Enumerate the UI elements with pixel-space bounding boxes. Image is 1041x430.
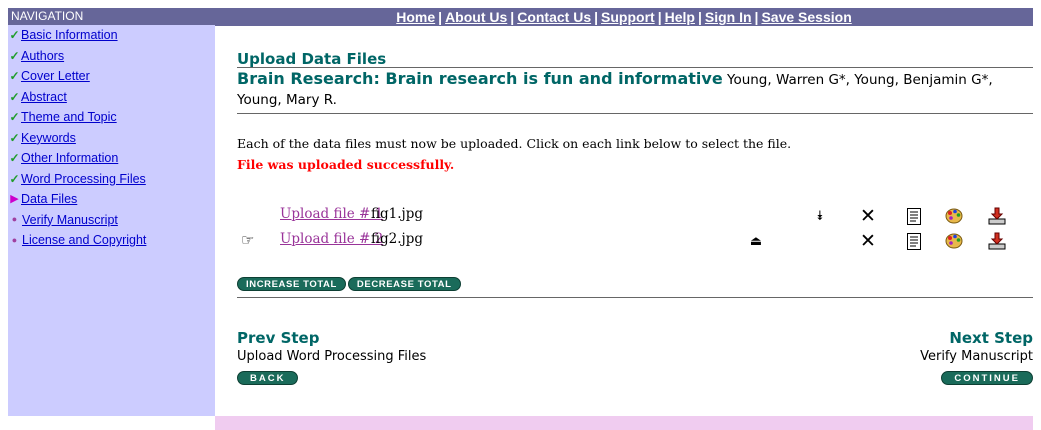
checkmark-icon: ✓ xyxy=(9,28,20,43)
sidebar-item-label[interactable]: License and Copyright xyxy=(22,233,146,247)
checkmark-icon: ✓ xyxy=(9,110,20,125)
upload-instructions: Each of the data files must now be uploa… xyxy=(237,136,792,151)
sidebar-item-label[interactable]: Other Information xyxy=(21,151,118,165)
file-name: fig1.jpg xyxy=(371,206,423,222)
nav-separator: | xyxy=(594,9,599,25)
sidebar-item-label[interactable]: Authors xyxy=(21,49,64,63)
sidebar-item-label[interactable]: Keywords xyxy=(21,131,76,145)
nav-link-contact-us[interactable]: Contact Us xyxy=(517,9,591,25)
next-step-description: Verify Manuscript xyxy=(920,349,1033,364)
download-icon[interactable] xyxy=(986,231,1008,251)
manuscript-heading: Brain Research: Brain research is fun an… xyxy=(237,69,1033,110)
nav-link-help[interactable]: Help xyxy=(665,9,695,25)
nav-separator: | xyxy=(510,9,515,25)
bullet-icon: ● xyxy=(11,214,18,225)
footer-bar xyxy=(215,416,1033,430)
checkmark-icon: ✓ xyxy=(9,48,20,63)
sidebar-item-label[interactable]: Word Processing Files xyxy=(21,172,146,186)
nav-link-about-us[interactable]: About Us xyxy=(445,9,507,25)
sidebar-item-basic-information[interactable]: ✓ Basic Information xyxy=(8,25,215,46)
sidebar-navigation: NAVIGATION ✓ Basic Information ✓ Authors… xyxy=(8,8,215,416)
divider xyxy=(237,113,1033,114)
notes-icon[interactable] xyxy=(903,206,925,226)
sidebar-item-keywords[interactable]: ✓ Keywords xyxy=(8,128,215,149)
nav-link-home[interactable]: Home xyxy=(396,9,435,25)
upload-status-message: File was uploaded successfully. xyxy=(237,157,455,172)
sidebar-item-label[interactable]: Data Files xyxy=(21,192,77,206)
checkmark-icon: ✓ xyxy=(9,171,20,186)
next-step-label: Next Step xyxy=(949,329,1033,347)
prev-step-label: Prev Step xyxy=(237,329,320,347)
file-row: ☞ Upload file # 2 fig2.jpg ⏏ ✕ xyxy=(237,230,1033,252)
sidebar-item-theme-and-topic[interactable]: ✓ Theme and Topic xyxy=(8,107,215,128)
nav-list: ✓ Basic Information ✓ Authors ✓ Cover Le… xyxy=(8,25,215,251)
sidebar-item-label[interactable]: Theme and Topic xyxy=(21,110,117,124)
sidebar-item-abstract[interactable]: ✓ Abstract xyxy=(8,87,215,108)
bullet-icon: ● xyxy=(11,234,18,245)
checkmark-icon: ✓ xyxy=(9,151,20,166)
palette-icon[interactable] xyxy=(943,206,965,226)
sidebar-item-authors[interactable]: ✓ Authors xyxy=(8,46,215,67)
upload-file-link[interactable]: Upload file # 2 xyxy=(280,231,383,247)
divider xyxy=(237,67,1033,68)
prev-step-description: Upload Word Processing Files xyxy=(237,349,427,364)
sidebar-item-license-and-copyright[interactable]: ● License and Copyright xyxy=(8,230,215,251)
pointing-hand-icon: ☞ xyxy=(241,231,255,249)
divider xyxy=(237,297,1033,298)
nav-separator: | xyxy=(754,9,759,25)
top-navigation-bar: Home | About Us | Contact Us | Support | Help | Si… xyxy=(215,8,1033,26)
total-buttons: INCREASE TOTAL DECREASE TOTAL xyxy=(237,277,461,291)
current-step-arrow-icon: ▶ xyxy=(10,192,19,205)
continue-button[interactable]: CONTINUE xyxy=(941,371,1033,385)
checkmark-icon: ✓ xyxy=(9,69,20,84)
sidebar-header: NAVIGATION xyxy=(8,8,215,25)
sidebar-item-verify-manuscript[interactable]: ● Verify Manuscript xyxy=(8,210,215,231)
decrease-total-button[interactable]: DECREASE TOTAL xyxy=(347,277,461,291)
download-icon[interactable] xyxy=(986,206,1008,226)
nav-separator: | xyxy=(657,9,662,25)
sidebar-item-label[interactable]: Basic Information xyxy=(21,28,118,42)
move-down-icon[interactable]: ⯯ xyxy=(809,206,831,226)
nav-link-support[interactable]: Support xyxy=(601,9,655,25)
sidebar-item-cover-letter[interactable]: ✓ Cover Letter xyxy=(8,66,215,87)
delete-icon[interactable]: ✕ xyxy=(857,230,879,252)
sidebar-item-label[interactable]: Verify Manuscript xyxy=(22,213,118,227)
file-row: Upload file # 1 fig1.jpg ⯯ ✕ xyxy=(237,205,1033,227)
nav-link-save-session[interactable]: Save Session xyxy=(761,9,851,25)
upload-file-link[interactable]: Upload file # 1 xyxy=(280,206,383,222)
checkmark-icon: ✓ xyxy=(9,130,20,145)
page-title: Upload Data Files xyxy=(237,50,387,68)
delete-icon[interactable]: ✕ xyxy=(857,205,879,227)
file-name: fig2.jpg xyxy=(371,231,423,247)
sidebar-item-label[interactable]: Abstract xyxy=(21,90,67,104)
manuscript-title: Brain Research: Brain research is fun an… xyxy=(237,69,723,88)
nav-separator: | xyxy=(697,9,702,25)
sidebar-item-data-files[interactable]: ▶ Data Files xyxy=(8,189,215,210)
back-button[interactable]: BACK xyxy=(237,371,299,385)
palette-icon[interactable] xyxy=(943,231,965,251)
nav-separator: | xyxy=(438,9,443,25)
sidebar-item-label[interactable]: Cover Letter xyxy=(21,69,90,83)
nav-link-sign-in[interactable]: Sign In xyxy=(705,9,752,25)
notes-icon[interactable] xyxy=(903,231,925,251)
sidebar-item-word-processing-files[interactable]: ✓ Word Processing Files xyxy=(8,169,215,190)
sidebar-item-other-information[interactable]: ✓ Other Information xyxy=(8,148,215,169)
increase-total-button[interactable]: INCREASE TOTAL xyxy=(237,277,346,291)
move-up-icon[interactable]: ⏏ xyxy=(745,231,767,251)
checkmark-icon: ✓ xyxy=(9,89,20,104)
